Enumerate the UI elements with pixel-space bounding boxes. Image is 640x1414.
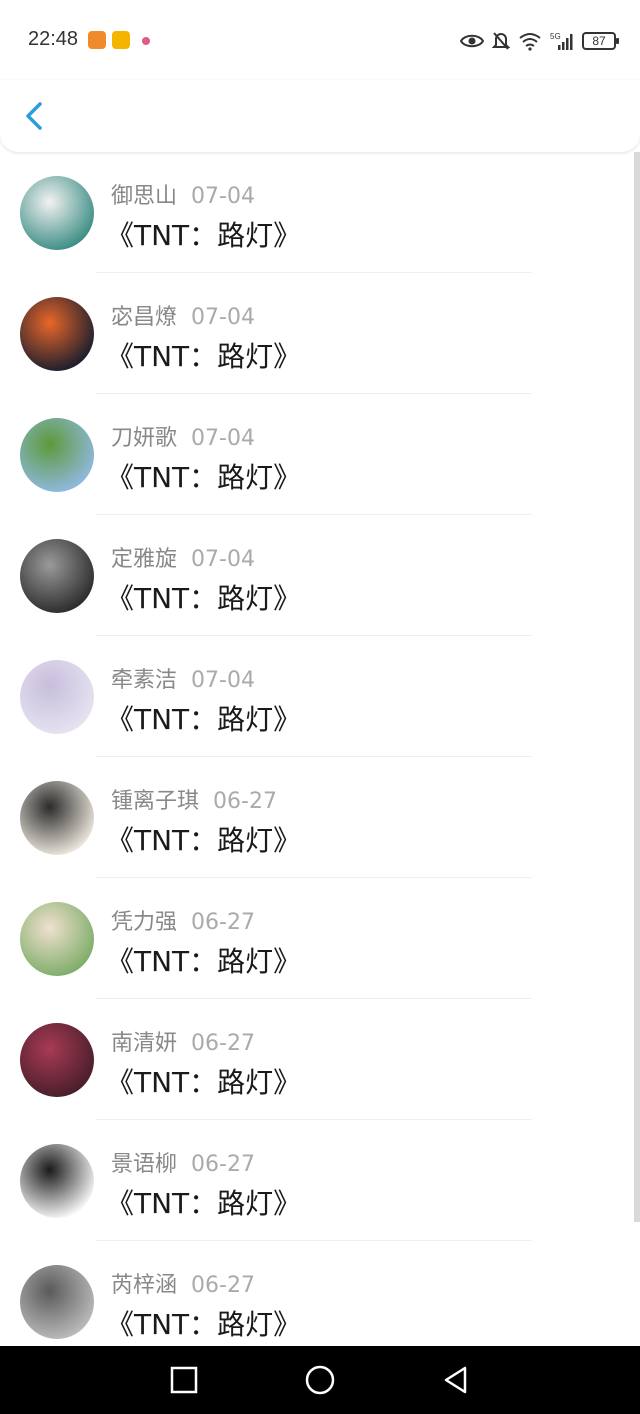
- name-line: 刀妍歌 07-04: [111, 420, 255, 452]
- comment-date: 07-04: [191, 184, 255, 209]
- chevron-left-icon[interactable]: [18, 96, 54, 136]
- user-name[interactable]: 景语柳: [111, 1152, 177, 1177]
- user-name[interactable]: 芮梓涵: [111, 1273, 177, 1298]
- square-icon[interactable]: [168, 1364, 200, 1396]
- song-title: 《TNT：路灯》: [106, 703, 302, 736]
- weibo-icon: [112, 31, 130, 49]
- user-name[interactable]: 锺离子琪: [111, 789, 199, 814]
- name-line: 南清妍 06-27: [111, 1025, 255, 1057]
- user-name[interactable]: 御思山: [111, 184, 177, 209]
- list-item[interactable]: 锺离子琪 06-27 《TNT：路灯》: [0, 757, 632, 878]
- status-icons: 5G 87: [460, 28, 619, 54]
- avatar[interactable]: [20, 1023, 94, 1097]
- system-nav-bar: [0, 1346, 640, 1414]
- user-name[interactable]: 牵素洁: [111, 668, 177, 693]
- comment-date: 06-27: [191, 1273, 255, 1298]
- song-title: 《TNT：路灯》: [106, 582, 302, 615]
- comment-date: 07-04: [191, 547, 255, 572]
- scrollbar[interactable]: [634, 152, 640, 1222]
- list-item[interactable]: 凭力强 06-27 《TNT：路灯》: [0, 878, 632, 999]
- list-item[interactable]: 南清妍 06-27 《TNT：路灯》: [0, 999, 632, 1120]
- list-item[interactable]: 牵素洁 07-04 《TNT：路灯》: [0, 636, 632, 757]
- avatar[interactable]: [20, 418, 94, 492]
- top-app-bar: [0, 80, 640, 152]
- song-title: 《TNT：路灯》: [106, 1308, 302, 1341]
- name-line: 牵素洁 07-04: [111, 662, 255, 694]
- song-title: 《TNT：路灯》: [106, 340, 302, 373]
- user-name[interactable]: 宓昌燎: [111, 305, 177, 330]
- list-item[interactable]: 御思山 07-04 《TNT：路灯》: [0, 152, 632, 273]
- user-name[interactable]: 定雅旋: [111, 547, 177, 572]
- list-item[interactable]: 刀妍歌 07-04 《TNT：路灯》: [0, 394, 632, 515]
- song-title: 《TNT：路灯》: [106, 824, 302, 857]
- avatar[interactable]: [20, 539, 94, 613]
- song-title: 《TNT：路灯》: [106, 1066, 302, 1099]
- network-label: 5G: [550, 32, 561, 41]
- comment-date: 06-27: [213, 789, 277, 814]
- comment-date: 06-27: [191, 910, 255, 935]
- song-title: 《TNT：路灯》: [106, 945, 302, 978]
- song-title: 《TNT：路灯》: [106, 461, 302, 494]
- wifi-icon: [519, 33, 541, 51]
- comment-date: 07-04: [191, 426, 255, 451]
- status-bar: 22:48 5G 87: [0, 0, 640, 80]
- triangle-back-icon[interactable]: [440, 1364, 472, 1396]
- avatar[interactable]: [20, 1144, 94, 1218]
- avatar[interactable]: [20, 1265, 94, 1339]
- name-line: 锺离子琪 06-27: [111, 783, 277, 815]
- comment-date: 07-04: [191, 668, 255, 693]
- battery-indicator: 87: [582, 32, 619, 50]
- user-name[interactable]: 南清妍: [111, 1031, 177, 1056]
- list-item[interactable]: 芮梓涵 06-27 《TNT：路灯》: [0, 1241, 632, 1346]
- name-line: 御思山 07-04: [111, 178, 255, 210]
- dot-notification-icon: [142, 37, 150, 45]
- avatar[interactable]: [20, 660, 94, 734]
- status-time: 22:48: [28, 28, 79, 50]
- user-name[interactable]: 凭力强: [111, 910, 177, 935]
- comment-date: 06-27: [191, 1152, 255, 1177]
- list-item[interactable]: 宓昌燎 07-04 《TNT：路灯》: [0, 273, 632, 394]
- circle-icon[interactable]: [304, 1364, 336, 1396]
- comment-date: 06-27: [191, 1031, 255, 1056]
- name-line: 景语柳 06-27: [111, 1146, 255, 1178]
- list-item[interactable]: 定雅旋 07-04 《TNT：路灯》: [0, 515, 632, 636]
- avatar[interactable]: [20, 176, 94, 250]
- avatar[interactable]: [20, 297, 94, 371]
- bell-off-icon: [492, 32, 510, 50]
- song-title: 《TNT：路灯》: [106, 219, 302, 252]
- user-list: 御思山 07-04 《TNT：路灯》 宓昌燎 07-04 《TNT：路灯》 刀妍歌 07-04…: [0, 152, 640, 1346]
- name-line: 定雅旋 07-04: [111, 541, 255, 573]
- avatar[interactable]: [20, 902, 94, 976]
- name-line: 凭力强 06-27: [111, 904, 255, 936]
- name-line: 宓昌燎 07-04: [111, 299, 255, 331]
- signal-icon: 5G: [550, 32, 573, 50]
- comment-date: 07-04: [191, 305, 255, 330]
- app-notification-icon: [88, 31, 106, 49]
- list-item[interactable]: 景语柳 06-27 《TNT：路灯》: [0, 1120, 632, 1241]
- user-name[interactable]: 刀妍歌: [111, 426, 177, 451]
- eye-icon: [460, 34, 484, 48]
- song-title: 《TNT：路灯》: [106, 1187, 302, 1220]
- avatar[interactable]: [20, 781, 94, 855]
- name-line: 芮梓涵 06-27: [111, 1267, 255, 1299]
